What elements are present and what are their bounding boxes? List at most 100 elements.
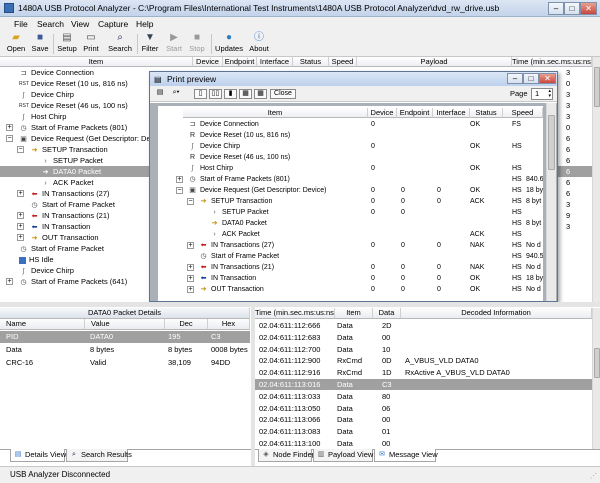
updates-button[interactable]: ● Updates bbox=[214, 32, 244, 53]
details-row[interactable]: CRC-16 Valid 38,109 94DD bbox=[0, 357, 250, 369]
details-column-dec[interactable]: Dec bbox=[165, 319, 208, 330]
msg-column-data[interactable]: Data bbox=[373, 308, 401, 319]
details-column-name[interactable]: Name bbox=[0, 319, 85, 330]
menu-help[interactable]: Help bbox=[136, 19, 153, 29]
menu-capture[interactable]: Capture bbox=[98, 19, 128, 29]
scrollbar-thumb[interactable] bbox=[548, 115, 555, 170]
close-button[interactable]: ✕ bbox=[580, 2, 597, 15]
resize-grip-icon[interactable]: ⋰ bbox=[590, 472, 597, 480]
preview-speed: HS bbox=[512, 198, 522, 205]
horizontal-splitter[interactable] bbox=[0, 302, 600, 307]
tab-node-finder[interactable]: ◈ Node Finder bbox=[258, 449, 315, 462]
preview-maximize-button[interactable]: □ bbox=[523, 73, 539, 84]
scrollbar-thumb[interactable] bbox=[594, 348, 600, 378]
search-label: Search bbox=[108, 44, 132, 53]
preview-scrollbar[interactable] bbox=[546, 103, 556, 301]
expand-icon[interactable]: + bbox=[6, 124, 13, 131]
open-button[interactable]: ▰ Open bbox=[5, 32, 27, 53]
column-payload[interactable]: Payload bbox=[357, 57, 512, 67]
menu-file[interactable]: File bbox=[14, 19, 28, 29]
search-button[interactable]: ⌕ Search bbox=[107, 32, 133, 53]
time-cell: 6 bbox=[566, 145, 571, 154]
preview-row: R Device Reset (46 us, 100 ns) bbox=[158, 152, 543, 163]
msg-item: Data bbox=[337, 427, 353, 437]
message-row-selected[interactable]: 02.04:611:113:016 Data C3 bbox=[255, 379, 592, 390]
scrollbar-thumb[interactable] bbox=[594, 67, 600, 107]
preview-close-x-button[interactable]: ✕ bbox=[539, 73, 556, 84]
msg-column-time[interactable]: Time (min.sec.ms:us:ns) bbox=[255, 308, 335, 319]
print-button[interactable]: ▭ Print bbox=[81, 32, 101, 53]
expand-icon[interactable]: + bbox=[17, 190, 24, 197]
filter-button[interactable]: ▼ Filter bbox=[139, 32, 161, 53]
message-row[interactable]: 02.04:611:112:900 RxCmd 0D A_VBUS_VLD DATA0 bbox=[255, 355, 592, 366]
three-pages-icon[interactable]: ▮ bbox=[224, 89, 237, 99]
message-row[interactable]: 02.04:611:112:916 RxCmd 1D RxActive A_VBUS_… bbox=[255, 367, 592, 378]
maximize-button[interactable]: □ bbox=[564, 2, 580, 15]
message-row[interactable]: 02.04:611:113:033 Data 80 bbox=[255, 391, 592, 402]
preview-item: Start of Frame Packets (801) bbox=[200, 176, 290, 183]
column-time[interactable]: Time (min.sec.ms:us:ns) bbox=[512, 57, 592, 67]
collapse-icon[interactable]: − bbox=[6, 135, 13, 142]
menu-search[interactable]: Search bbox=[37, 19, 64, 29]
msg-item: Data bbox=[337, 332, 353, 342]
preview-interface: 0 bbox=[437, 187, 441, 194]
column-speed[interactable]: Speed bbox=[329, 57, 357, 67]
details-row-selected[interactable]: PID DATA0 195 C3 bbox=[0, 331, 250, 343]
chirp-icon: ∫ bbox=[191, 165, 194, 172]
tab-label: Node Finder bbox=[273, 450, 315, 459]
four-pages-icon[interactable]: ▦ bbox=[239, 89, 252, 99]
minimize-button[interactable]: – bbox=[548, 2, 564, 15]
expand-icon[interactable]: + bbox=[6, 278, 13, 285]
start-button[interactable]: ▶ Start bbox=[164, 32, 184, 53]
tab-payload-view[interactable]: ▥ Payload View bbox=[313, 449, 373, 462]
details-row[interactable]: Data 8 bytes 8 bytes 0008 bytes bbox=[0, 344, 250, 356]
page-number-input[interactable]: 1 ▴ ▾ bbox=[531, 88, 553, 100]
about-button[interactable]: ⓘ About bbox=[247, 32, 271, 53]
one-page-icon[interactable]: ▯ bbox=[194, 89, 207, 99]
column-interface[interactable]: Interface bbox=[257, 57, 293, 67]
message-row[interactable]: 02.04:611:113:083 Data 01 bbox=[255, 426, 592, 437]
message-scrollbar[interactable] bbox=[592, 308, 600, 449]
print-icon[interactable]: ▤ bbox=[154, 89, 166, 99]
plug-icon: ⊐ bbox=[20, 69, 27, 77]
zoom-icon[interactable]: ⌕▾ bbox=[167, 89, 185, 99]
message-row[interactable]: 02.04:611:112:700 Data 10 bbox=[255, 344, 592, 355]
message-row[interactable]: 02.04:611:112:683 Data 00 bbox=[255, 332, 592, 343]
expand-icon[interactable]: + bbox=[17, 234, 24, 241]
details-column-value[interactable]: Value bbox=[85, 319, 165, 330]
preview-payload: 8 byt bbox=[526, 220, 542, 227]
tab-details-view[interactable]: ▤ Details View bbox=[10, 449, 66, 462]
two-pages-icon[interactable]: ▯▯ bbox=[209, 89, 222, 99]
tab-search-results[interactable]: ⌕ Search Results bbox=[66, 449, 132, 462]
column-device[interactable]: Device bbox=[193, 57, 223, 67]
save-button[interactable]: ■ Save bbox=[30, 32, 50, 53]
message-row[interactable]: 02.04:611:113:050 Data 06 bbox=[255, 403, 592, 414]
msg-column-item[interactable]: Item bbox=[335, 308, 373, 319]
preview-speed: HS bbox=[512, 286, 522, 293]
setup-button[interactable]: ▤ Setup bbox=[56, 32, 78, 53]
collapse-icon[interactable]: − bbox=[17, 146, 24, 153]
tab-message-view[interactable]: ✉ Message View bbox=[374, 449, 438, 462]
msg-column-decoded[interactable]: Decoded Information bbox=[401, 308, 592, 319]
column-item[interactable]: Item bbox=[0, 57, 193, 67]
message-row[interactable]: 02.04:611:113:100 Data 00 bbox=[255, 438, 592, 449]
details-column-hex[interactable]: Hex bbox=[208, 319, 250, 330]
preview-speed: HS bbox=[512, 231, 522, 238]
message-row[interactable]: 02.04:611:113:066 Data 00 bbox=[255, 414, 592, 425]
six-pages-icon[interactable]: ▦ bbox=[254, 89, 267, 99]
expand-icon[interactable]: + bbox=[17, 223, 24, 230]
spinner-icon[interactable]: ▴ ▾ bbox=[548, 89, 551, 99]
preview-close-button[interactable]: Close bbox=[270, 89, 296, 99]
expand-icon[interactable]: + bbox=[17, 212, 24, 219]
msg-item: Data bbox=[337, 415, 353, 425]
preview-minimize-button[interactable]: – bbox=[507, 73, 523, 84]
stop-button[interactable]: ■ Stop bbox=[187, 32, 207, 53]
menu-view[interactable]: View bbox=[71, 19, 89, 29]
preview-payload: No d bbox=[526, 242, 541, 249]
preview-endpoint: 0 bbox=[401, 275, 405, 282]
msg-time: 02.04:611:113:016 bbox=[259, 380, 321, 389]
column-status[interactable]: Status bbox=[293, 57, 329, 67]
message-row[interactable]: 02.04:611:112:666 Data 2D bbox=[255, 320, 592, 331]
tree-scrollbar[interactable] bbox=[592, 57, 600, 302]
column-endpoint[interactable]: Endpoint bbox=[223, 57, 257, 67]
